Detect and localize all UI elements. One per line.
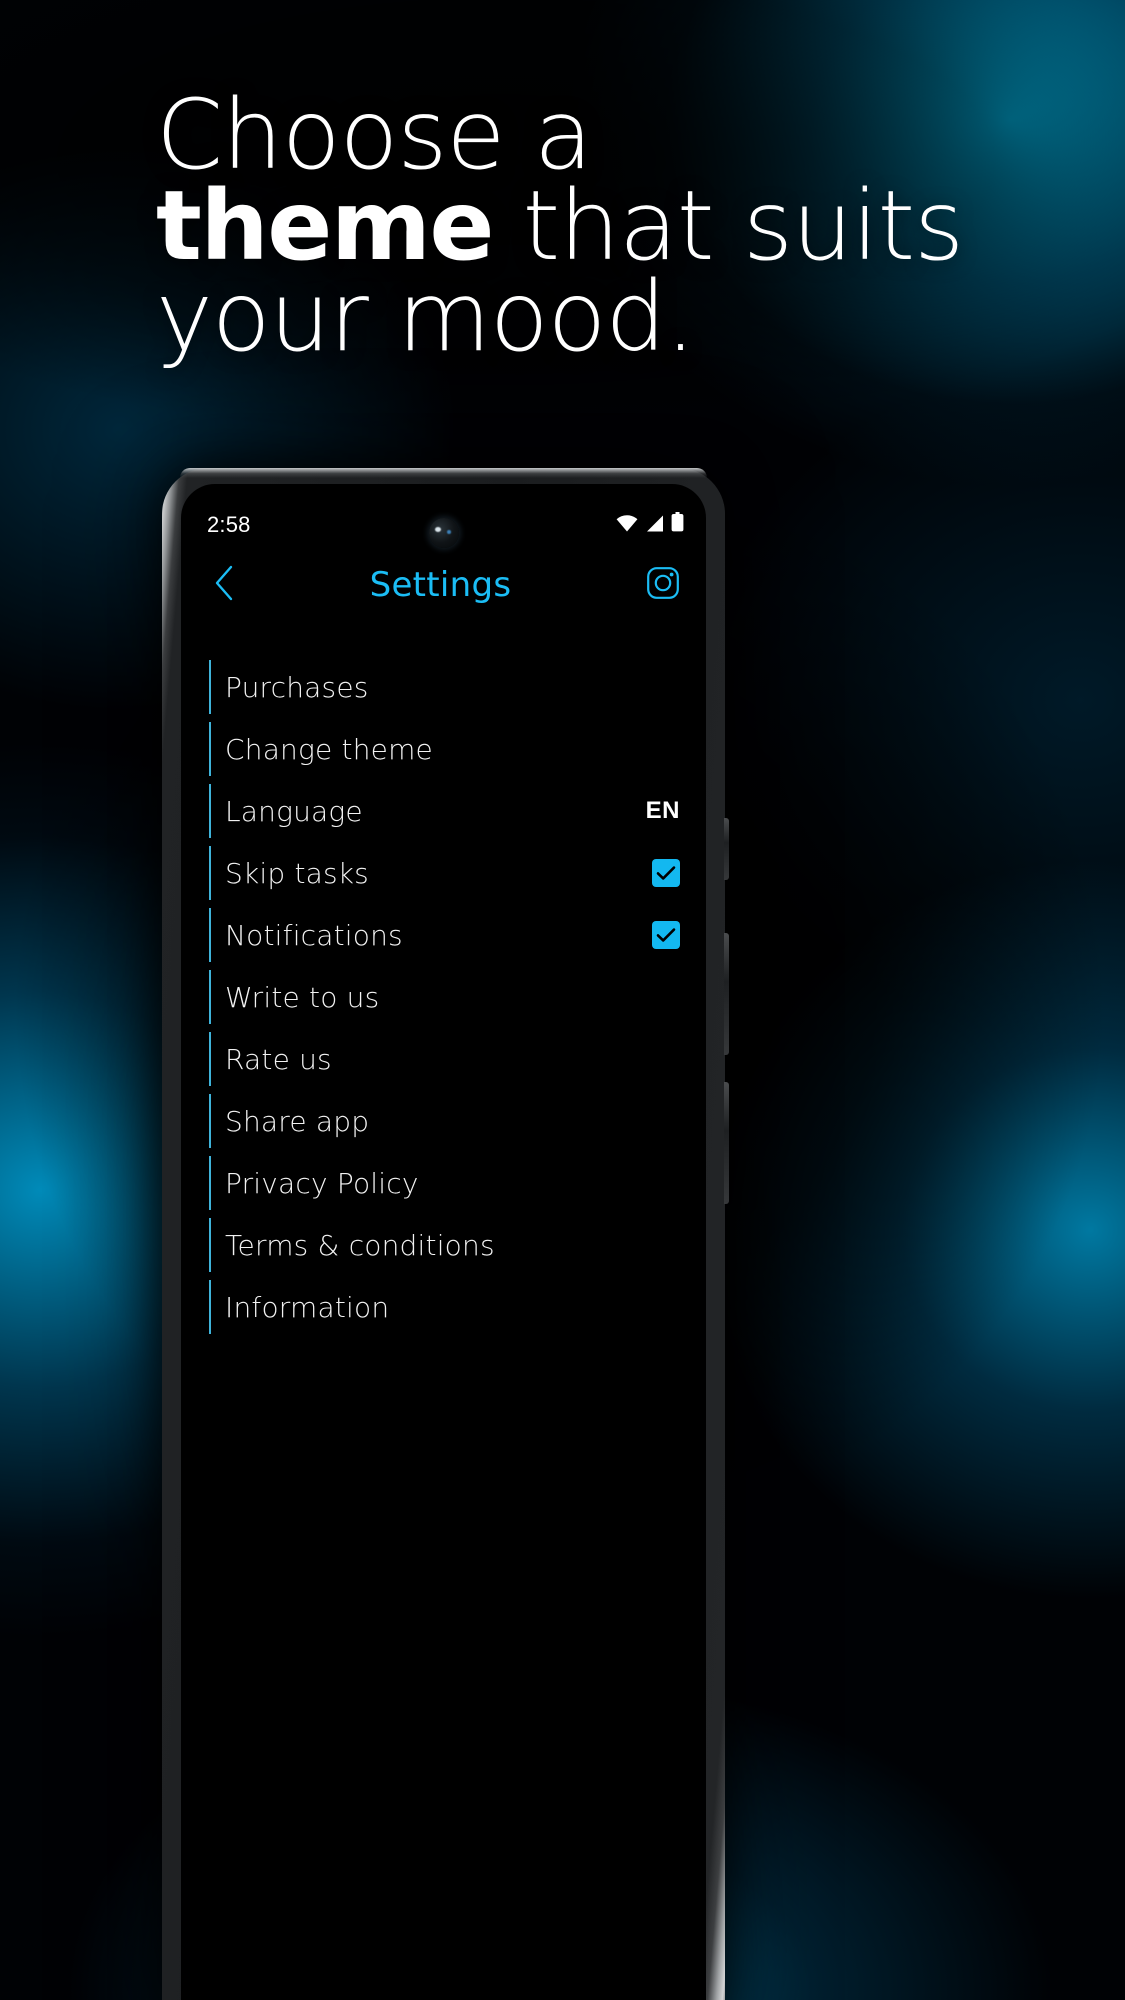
settings-list: Purchases Change theme Language EN Skip …	[181, 656, 706, 1338]
status-time: 2:58	[207, 512, 251, 537]
chevron-left-icon	[213, 565, 235, 606]
status-icons	[616, 512, 684, 538]
wifi-icon	[616, 512, 638, 538]
row-accent-bar	[209, 722, 211, 776]
phone-mockup: 2:58 Settings Purchases Change theme Lan…	[162, 468, 729, 2000]
battery-icon	[671, 512, 684, 538]
phone-screen: 2:58 Settings Purchases Change theme Lan…	[181, 484, 706, 2000]
promo-headline: Choose a theme that suits your mood.	[156, 79, 1016, 373]
list-item-label: Change theme	[225, 732, 433, 766]
list-item[interactable]: Write to us	[181, 966, 680, 1028]
list-item[interactable]: Purchases	[181, 656, 680, 718]
phone-frame-highlight	[180, 468, 707, 478]
row-accent-bar	[209, 1156, 211, 1210]
phone-side-button-power[interactable]	[724, 1082, 729, 1204]
check-icon	[656, 927, 676, 943]
check-icon	[656, 865, 676, 881]
page-title: Settings	[369, 565, 512, 605]
list-item[interactable]: Skip tasks	[181, 842, 680, 904]
list-item[interactable]: Change theme	[181, 718, 680, 780]
list-item[interactable]: Language EN	[181, 780, 680, 842]
signal-icon	[645, 512, 664, 538]
row-accent-bar	[209, 1218, 211, 1272]
status-bar: 2:58	[181, 506, 706, 544]
phone-side-button-volume-down[interactable]	[724, 933, 729, 1055]
instagram-icon	[646, 566, 680, 605]
list-item-label: Purchases	[225, 670, 369, 704]
list-item[interactable]: Share app	[181, 1090, 680, 1152]
skip-tasks-checkbox[interactable]	[652, 859, 680, 887]
row-accent-bar	[209, 1280, 211, 1334]
list-item-label: Share app	[225, 1104, 370, 1138]
notifications-checkbox[interactable]	[652, 921, 680, 949]
language-value[interactable]: EN	[646, 797, 680, 825]
promo-screenshot: Choose a theme that suits your mood. 2:5…	[0, 0, 1125, 2000]
row-accent-bar	[209, 846, 211, 900]
instagram-button[interactable]	[642, 564, 684, 606]
list-item[interactable]: Rate us	[181, 1028, 680, 1090]
list-item-label: Rate us	[225, 1042, 332, 1076]
headline-line-2: theme that suits	[156, 178, 1016, 274]
list-item-label: Skip tasks	[225, 856, 369, 890]
row-accent-bar	[209, 1032, 211, 1086]
headline-line-1: Choose a	[156, 79, 593, 191]
phone-side-button-volume-up[interactable]	[724, 818, 729, 880]
headline-line-3: your mood.	[156, 261, 696, 373]
app-bar: Settings	[181, 552, 706, 618]
row-accent-bar	[209, 660, 211, 714]
list-item-label: Write to us	[225, 980, 380, 1014]
list-item-label: Language	[225, 794, 363, 828]
list-item-label: Notifications	[225, 918, 403, 952]
list-item[interactable]: Terms & conditions	[181, 1214, 680, 1276]
list-item[interactable]: Privacy Policy	[181, 1152, 680, 1214]
list-item[interactable]: Information	[181, 1276, 680, 1338]
list-item-label: Information	[225, 1290, 390, 1324]
list-item[interactable]: Notifications	[181, 904, 680, 966]
row-accent-bar	[209, 1094, 211, 1148]
row-accent-bar	[209, 908, 211, 962]
row-accent-bar	[209, 970, 211, 1024]
row-accent-bar	[209, 784, 211, 838]
list-item-label: Terms & conditions	[225, 1228, 495, 1262]
list-item-label: Privacy Policy	[225, 1166, 419, 1200]
